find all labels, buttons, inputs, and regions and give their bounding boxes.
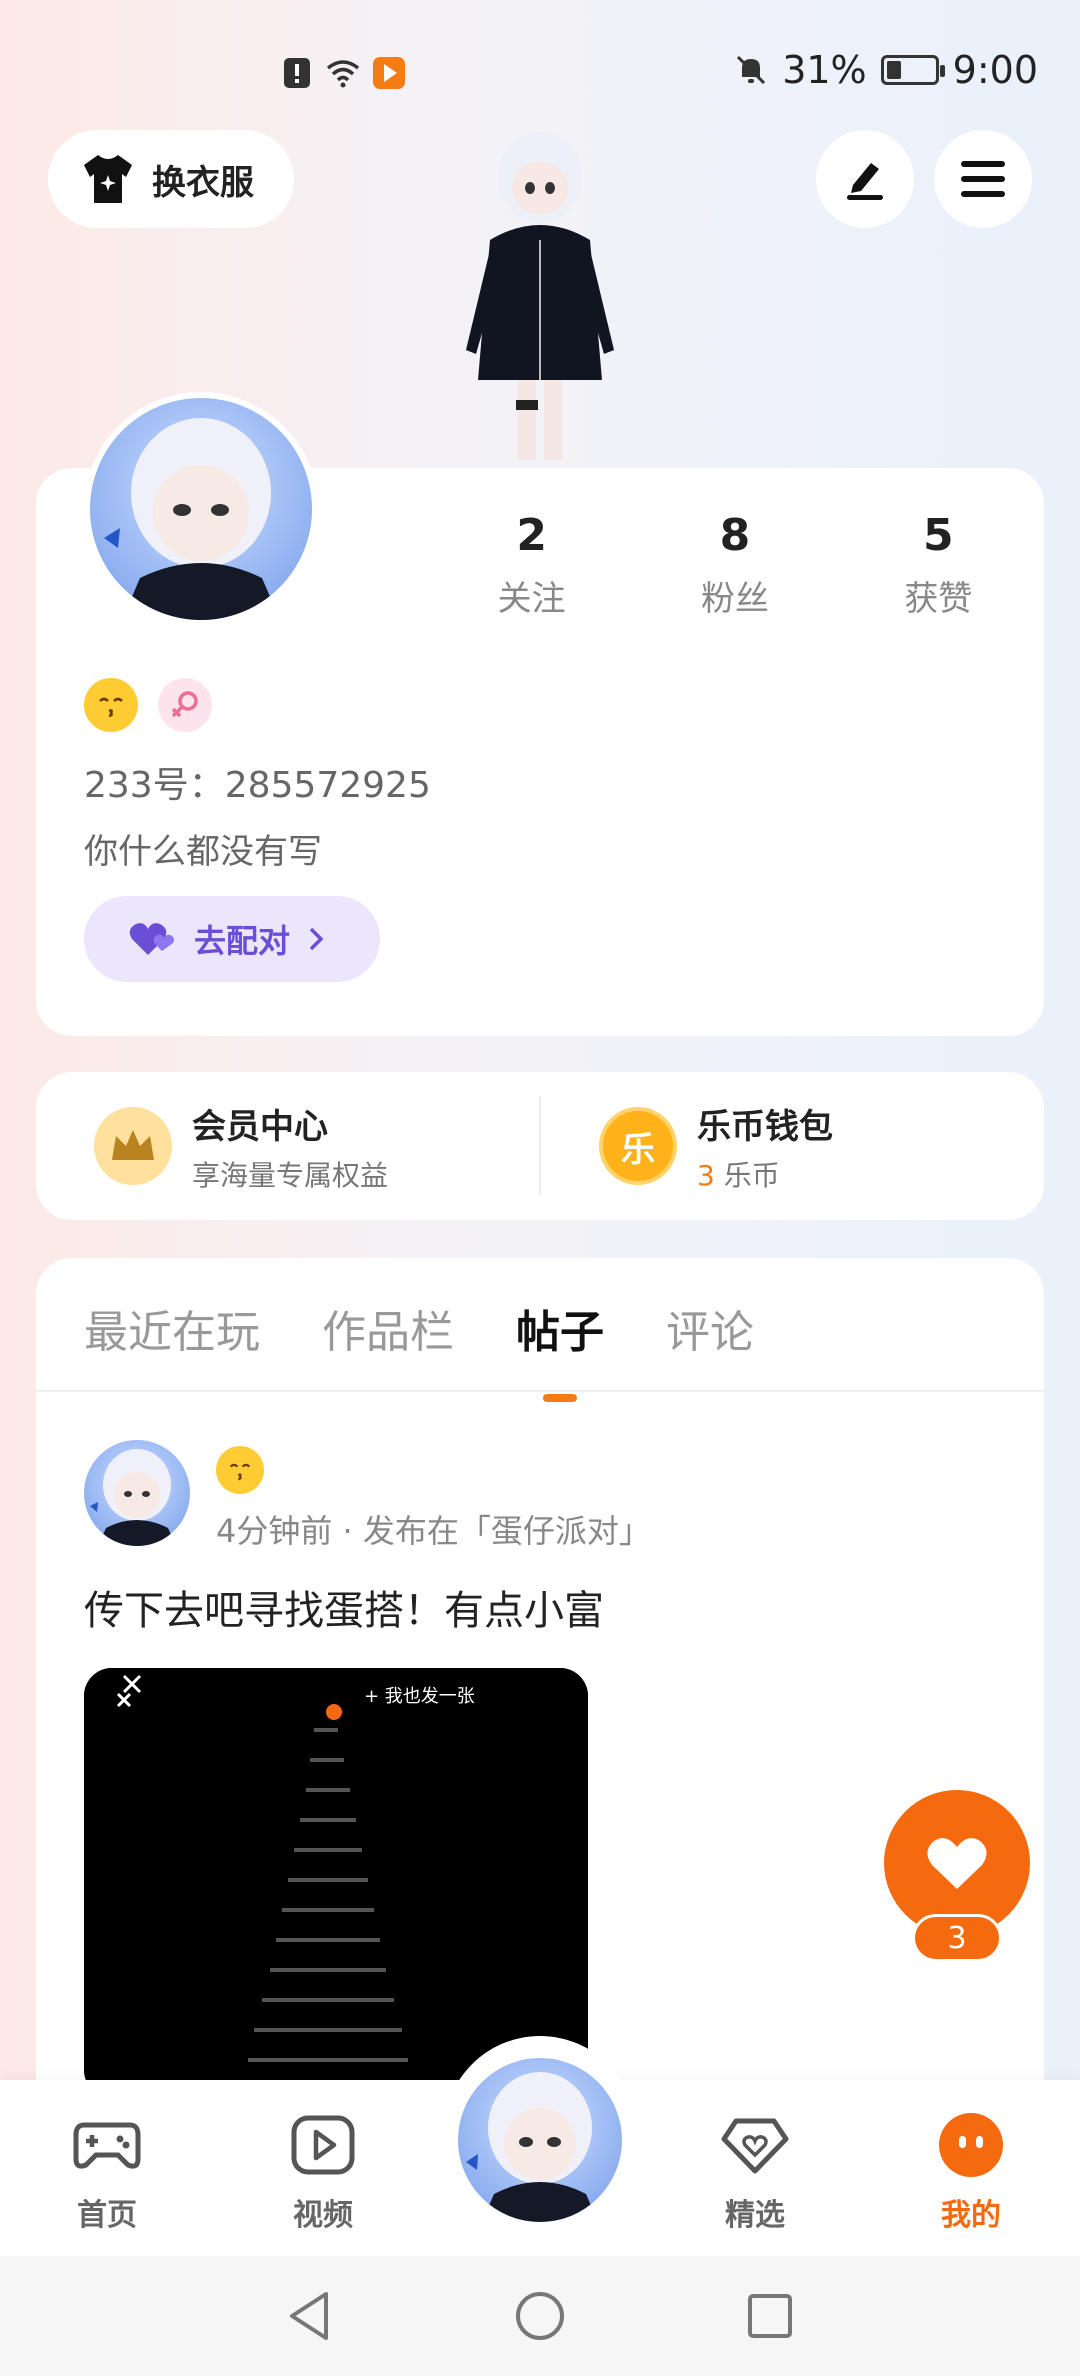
stat-followers-value: 8 [719,510,751,561]
system-back-button[interactable] [280,2286,340,2346]
tab-divider [36,1390,1044,1392]
recents-square-icon [748,2294,792,2338]
battery-icon [880,55,945,85]
pen-icon [847,163,883,200]
post-image-screenshot [84,1668,588,2098]
profile-stats: 2 关注 8 粉丝 5 获赞 [430,510,1040,620]
change-outfit-button[interactable]: 换衣服 [48,130,294,228]
stat-following[interactable]: 2 关注 [430,510,633,620]
stat-likes-value: 5 [923,510,954,561]
alert-icon [284,58,310,88]
stat-likes-label: 获赞 [904,579,973,619]
coin-wallet-title: 乐币钱包 [697,1106,833,1147]
status-bar: 31% 9:00 [0,0,1080,150]
post-text[interactable]: 传下去吧寻找蛋搭！有点小富 [84,1578,604,1636]
coin-icon: 乐 [599,1107,677,1185]
nav-video-label: 视频 [293,2198,353,2233]
system-recents-button[interactable] [740,2286,800,2346]
female-gender-icon [158,678,212,732]
system-home-button[interactable] [510,2286,570,2346]
tab-recently-played[interactable]: 最近在玩 [84,1296,260,1360]
nav-center-avatar[interactable] [452,2052,628,2228]
stat-following-label: 关注 [497,579,566,619]
nav-picked-label: 精选 [725,2198,785,2233]
vip-center-title: 会员中心 [192,1106,328,1147]
nav-home-label: 首页 [77,2198,137,2233]
heart-icon [927,1838,987,1889]
profile-avatar[interactable] [84,392,318,626]
nav-home[interactable]: 首页 [42,2110,172,2234]
clock: 9:00 [952,48,1038,92]
chevron-right-icon [309,927,324,951]
menu-button[interactable] [934,130,1032,228]
profile-tabs: 最近在玩 作品栏 帖子 评论 [84,1296,754,1360]
coin-count: 3 [697,1158,715,1192]
go-match-label: 去配对 [194,922,291,960]
heart-pair-icon [129,923,174,955]
tab-works[interactable]: 作品栏 [322,1296,454,1360]
profile-badges [84,678,212,732]
kiss-emoji-icon[interactable] [84,678,138,732]
tab-posts[interactable]: 帖子 [516,1296,604,1360]
system-navigation-bar [0,2256,1080,2376]
coin-wallet-balance: 3 乐币 [697,1154,833,1194]
post-image-overlay-text: + 我也发一张 [364,1686,475,1707]
post-kiss-emoji-icon [216,1446,264,1494]
avatar-face-illustration [104,418,280,620]
change-outfit-label: 换衣服 [152,162,254,203]
status-right: 31% 9:00 [734,48,1038,92]
heart-diamond-icon [720,2110,790,2180]
vip-center-subtitle: 享海量专属权益 [192,1158,389,1192]
tshirt-icon [84,155,132,203]
home-circle-icon [516,2292,564,2340]
mute-bell-icon [737,55,766,85]
nav-video[interactable]: 视频 [258,2110,388,2234]
play-icon [288,2110,358,2180]
nav-mine[interactable]: 我的 [906,2110,1036,2234]
hamburger-icon [961,161,1005,197]
battery-fill [886,61,901,79]
app-notification-icon [373,57,405,89]
stat-following-value: 2 [516,510,547,561]
stat-likes[interactable]: 5 获赞 [837,510,1040,620]
tab-comments[interactable]: 评论 [666,1296,754,1360]
go-match-button[interactable]: 去配对 [84,896,380,982]
stat-followers[interactable]: 8 粉丝 [633,510,836,620]
wallet-card: 会员中心 享海量专属权益 乐 乐币钱包 3 乐币 [36,1072,1044,1220]
stat-followers-label: 粉丝 [700,579,769,619]
nav-picked[interactable]: 精选 [690,2110,820,2234]
wifi-icon [326,60,360,88]
gamepad-icon [72,2110,142,2180]
coin-wallet-entry[interactable]: 乐 乐币钱包 3 乐币 [541,1099,1044,1194]
user-bio: 你什么都没有写 [84,832,322,872]
battery-percent: 31% [782,48,867,92]
user-id: 233号：285572925 [84,765,431,806]
post-image[interactable]: + 我也发一张 [84,1668,588,2098]
character-avatar-3d[interactable] [420,130,660,475]
crown-icon [94,1107,172,1185]
post-author-avatar[interactable] [84,1440,190,1546]
nav-mine-label: 我的 [941,2198,1001,2233]
back-triangle-icon [290,2292,328,2340]
mine-icon [936,2110,1006,2180]
coin-unit: 乐币 [723,1158,780,1192]
status-left-icons [280,56,406,90]
vip-center-entry[interactable]: 会员中心 享海量专属权益 [36,1099,539,1194]
post-meta: 4分钟前 · 发布在「蛋仔派对」 [216,1512,651,1550]
like-count: 3 [912,1914,1002,1962]
edit-profile-button[interactable] [816,130,914,228]
